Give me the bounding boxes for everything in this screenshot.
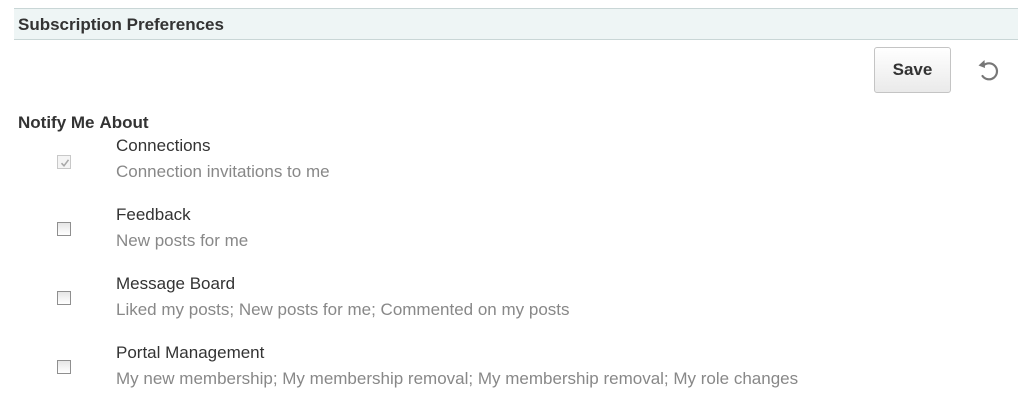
checkmark-icon (60, 159, 70, 168)
preference-name: Feedback (116, 205, 191, 224)
about-column-header: About (99, 113, 149, 132)
section-title: Subscription Preferences (18, 15, 224, 34)
message-board-checkbox[interactable] (57, 291, 71, 305)
preference-name: Portal Management (116, 343, 265, 362)
feedback-checkbox[interactable] (57, 222, 71, 236)
save-button[interactable]: Save (874, 47, 951, 93)
preference-name: Connections (116, 136, 211, 155)
portal-management-checkbox[interactable] (57, 360, 71, 374)
reset-icon[interactable] (974, 56, 1002, 84)
preference-description: My new membership; My membership removal… (116, 369, 799, 388)
preference-name: Message Board (116, 274, 236, 293)
notify-column-header: Notify Me (18, 113, 95, 132)
preference-description: Liked my posts; New posts for me; Commen… (116, 300, 570, 319)
preference-description: Connection invitations to me (116, 162, 330, 181)
column-headers: Notify Me About (18, 113, 149, 133)
section-header: Subscription Preferences (14, 8, 1018, 40)
connections-checkbox (57, 155, 71, 169)
preference-description: New posts for me (116, 231, 249, 250)
